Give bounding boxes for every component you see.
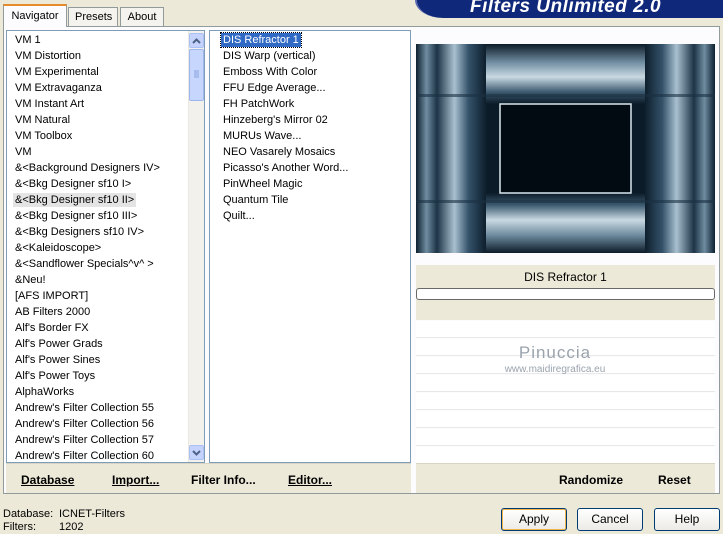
category-item[interactable]: &<Bkg Designer sf10 II> <box>13 193 137 207</box>
filter-item[interactable]: NEO Vasarely Mosaics <box>221 145 337 159</box>
parameter-row <box>416 447 715 464</box>
progress-bar <box>416 288 715 300</box>
randomize-button[interactable]: Randomize <box>559 473 623 487</box>
category-item[interactable]: Andrew's Filter Collection 55 <box>13 401 156 415</box>
category-item[interactable]: AlphaWorks <box>13 385 76 399</box>
category-item[interactable]: Alf's Power Sines <box>13 353 102 367</box>
category-item[interactable]: VM Toolbox <box>13 129 74 143</box>
watermark-url: www.maidiregrafica.eu <box>504 364 606 375</box>
category-item[interactable]: VM <box>13 145 34 159</box>
database-button[interactable]: Database <box>21 473 74 487</box>
preview-art <box>416 44 715 253</box>
chevron-down-icon <box>192 449 201 456</box>
filter-toolbar: Database Import... Filter Info... Editor… <box>6 463 411 493</box>
category-item[interactable]: VM Distortion <box>13 49 83 63</box>
category-item[interactable]: &<Kaleidoscope> <box>13 241 103 255</box>
editor-button[interactable]: Editor... <box>288 473 332 487</box>
scroll-down-button[interactable] <box>189 445 204 460</box>
category-item[interactable]: &<Background Designers IV> <box>13 161 162 175</box>
filter-item[interactable]: Hinzeberg's Mirror 02 <box>221 113 330 127</box>
filter-item[interactable]: Quilt... <box>221 209 257 223</box>
category-item[interactable]: VM Extravaganza <box>13 81 104 95</box>
status-database-label: Database: <box>3 508 54 520</box>
category-item[interactable]: [AFS IMPORT] <box>13 289 90 303</box>
help-button[interactable]: Help <box>654 508 720 531</box>
tab-presets[interactable]: Presets <box>68 7 118 26</box>
reset-button[interactable]: Reset <box>658 473 691 487</box>
import-button[interactable]: Import... <box>112 473 159 487</box>
filter-item[interactable]: MURUs Wave... <box>221 129 303 143</box>
category-item[interactable]: &<Sandflower Specials^v^ > <box>13 257 156 271</box>
filter-item[interactable]: PinWheel Magic <box>221 177 304 191</box>
scroll-thumb[interactable] <box>189 49 204 101</box>
filter-item[interactable]: Emboss With Color <box>221 65 319 79</box>
category-item[interactable]: AB Filters 2000 <box>13 305 92 319</box>
category-item[interactable]: Alf's Power Grads <box>13 337 105 351</box>
category-item[interactable]: &Neu! <box>13 273 48 287</box>
category-item[interactable]: Alf's Power Toys <box>13 369 97 383</box>
category-item[interactable]: &<Bkg Designers sf10 IV> <box>13 225 146 239</box>
filter-item[interactable]: Quantum Tile <box>221 193 290 207</box>
chevron-up-icon <box>192 37 201 44</box>
category-item[interactable]: VM 1 <box>13 33 43 47</box>
filter-info-button[interactable]: Filter Info... <box>191 473 256 487</box>
category-item[interactable]: VM Experimental <box>13 65 101 79</box>
parameter-row <box>416 321 715 338</box>
category-item[interactable]: Alf's Border FX <box>13 321 91 335</box>
category-item[interactable]: &<Bkg Designer sf10 I> <box>13 177 133 191</box>
apply-button[interactable]: Apply <box>501 508 567 531</box>
app-title: Filters Unlimited 2.0 <box>470 0 662 17</box>
status-filters-value: 1202 <box>59 521 84 533</box>
parameter-row <box>416 393 715 410</box>
filter-item[interactable]: FFU Edge Average... <box>221 81 328 95</box>
category-item[interactable]: Andrew's Filter Collection 60 <box>13 449 156 462</box>
category-item[interactable]: Andrew's Filter Collection 56 <box>13 417 156 431</box>
preview-filter-name: DIS Refractor 1 <box>524 270 607 284</box>
category-item[interactable]: &<Bkg Designer sf10 III> <box>13 209 139 223</box>
status-filters-label: Filters: <box>3 521 36 533</box>
parameter-row <box>416 429 715 446</box>
category-item[interactable]: VM Natural <box>13 113 72 127</box>
filter-list[interactable]: DIS Refractor 1 DIS Warp (vertical) Emboss… <box>209 30 411 463</box>
parameter-row <box>416 375 715 392</box>
status-database-value: ICNET-Filters <box>59 508 125 520</box>
tab-navigator[interactable]: Navigator <box>3 4 67 27</box>
category-item[interactable]: VM Instant Art <box>13 97 86 111</box>
scroll-up-button[interactable] <box>189 33 204 48</box>
parameter-row <box>416 411 715 428</box>
preview-image <box>416 44 715 253</box>
cancel-button[interactable]: Cancel <box>577 508 643 531</box>
category-list[interactable]: VM 1 VM Distortion VM Experimental VM Extra… <box>6 30 205 463</box>
preview-toolbar: Randomize Reset <box>416 463 715 493</box>
filter-item[interactable]: DIS Warp (vertical) <box>221 49 318 63</box>
filter-item[interactable]: FH PatchWork <box>221 97 296 111</box>
filter-item[interactable]: DIS Refractor 1 <box>220 32 302 48</box>
tab-about[interactable]: About <box>120 7 164 26</box>
watermark-name: Pinuccia <box>518 343 592 362</box>
grip-icon <box>194 70 199 78</box>
category-item[interactable]: Andrew's Filter Collection 57 <box>13 433 156 447</box>
filter-item[interactable]: Picasso's Another Word... <box>221 161 350 175</box>
